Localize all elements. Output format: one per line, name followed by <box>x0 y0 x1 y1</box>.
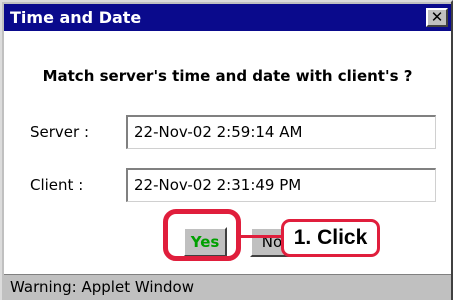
yes-button-highlight-ring <box>163 209 241 261</box>
client-label: Client : <box>30 176 84 194</box>
window-title: Time and Date <box>10 8 142 27</box>
applet-warning-text: Warning: Applet Window <box>10 278 194 296</box>
server-label: Server : <box>30 123 90 141</box>
click-instruction-callout: 1. Click <box>281 219 380 257</box>
callout-connector-line <box>240 235 282 238</box>
client-time-field[interactable]: 22-Nov-02 2:31:49 PM <box>126 168 436 202</box>
close-icon: ✕ <box>430 8 444 26</box>
close-button[interactable]: ✕ <box>426 8 448 27</box>
title-bar[interactable]: Time and Date ✕ <box>4 4 451 31</box>
status-bar: Warning: Applet Window <box>4 274 451 300</box>
confirmation-question: Match server's time and date with client… <box>42 67 413 85</box>
server-time-field[interactable]: 22-Nov-02 2:59:14 AM <box>126 115 436 149</box>
